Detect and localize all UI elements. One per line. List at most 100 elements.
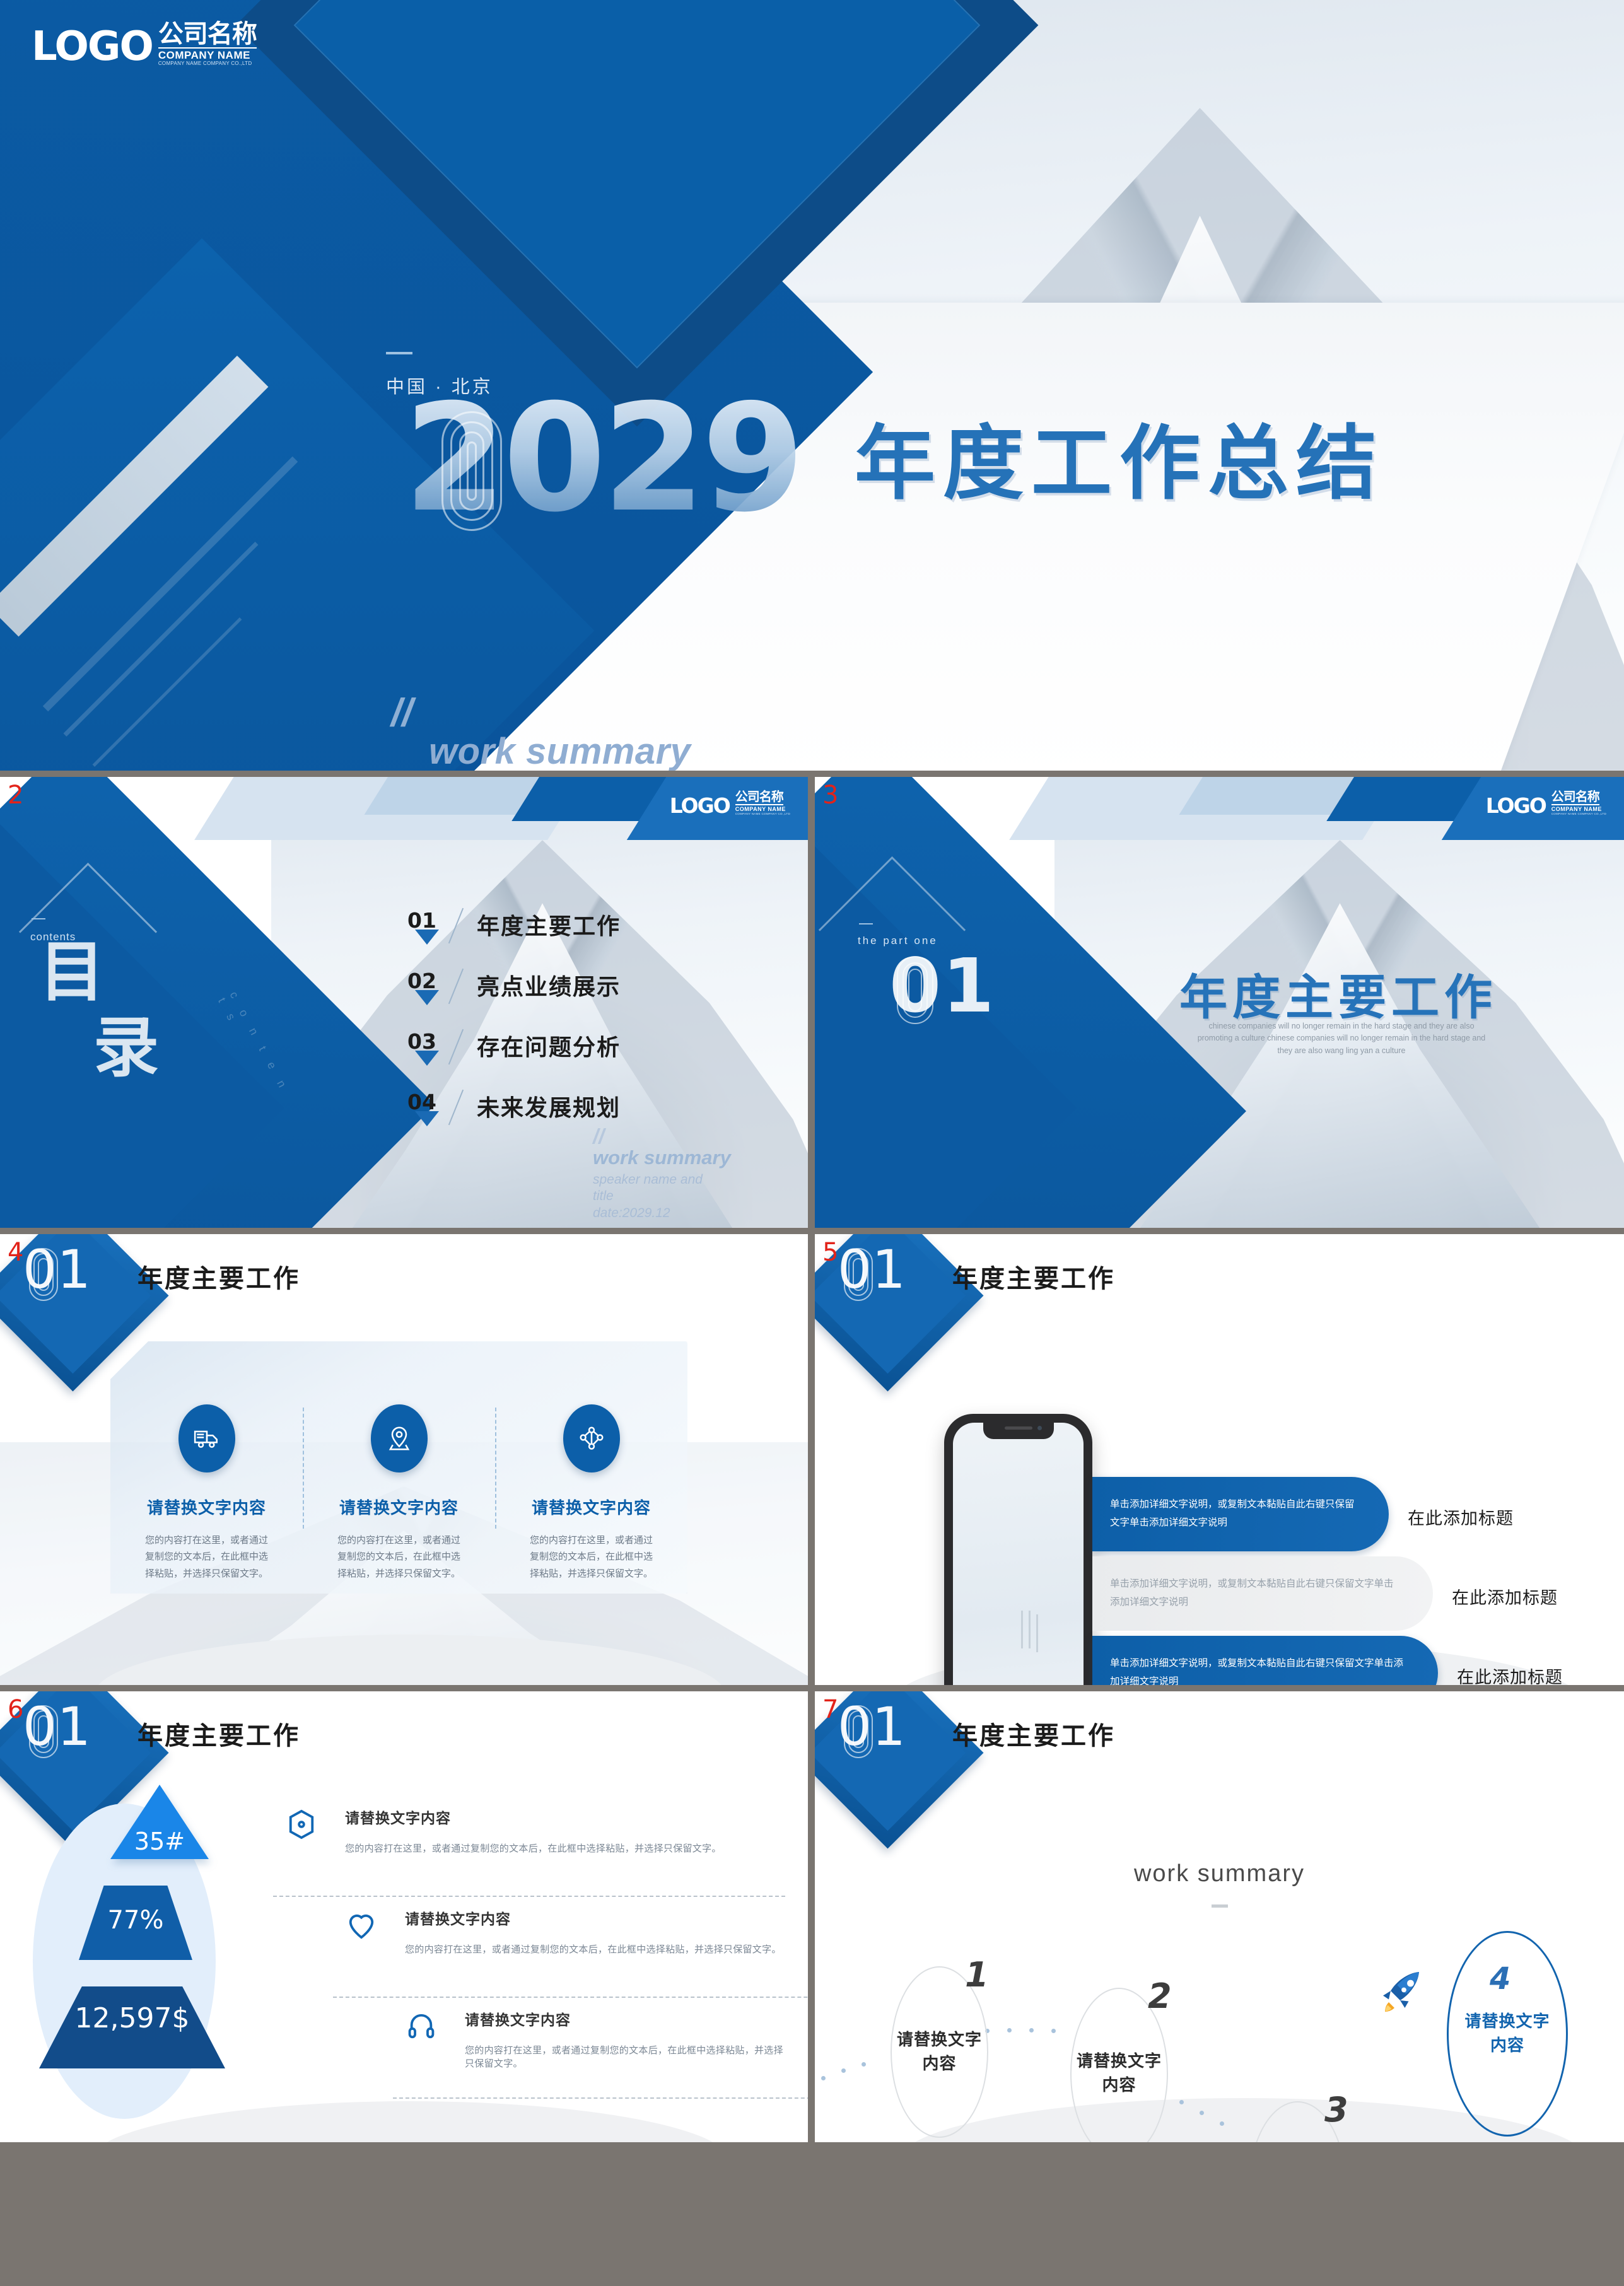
feature-pill[interactable]: 单击添加详细文字说明，或复制文本黏贴自此右键只保留文字单击添加详细文字说明 — [1092, 1556, 1433, 1631]
legend-item[interactable]: 请替换文字内容 您的内容打在这里，或者通过复制您的文本后，在此框中选择粘贴，并选… — [333, 1907, 808, 2008]
section-title: 年度主要工作 — [1179, 971, 1497, 1025]
slide-pyramid-chart[interactable]: 6 01 年度主要工作 35# 77% 12,597$ 请替换文字内容 您的内容… — [0, 1691, 808, 2142]
cover-work-summary: work summary — [429, 731, 691, 771]
location-pin-icon — [370, 1404, 428, 1472]
toc-label: 存在问题分析 — [477, 1034, 621, 1060]
legend-divider — [273, 1896, 785, 1897]
page-title: 年度主要工作 — [952, 1265, 1115, 1293]
slide-section-divider[interactable]: 3 LOGO 公司名称 COMPANY NAME COMPANY NAME CO… — [815, 777, 1624, 1228]
logo[interactable]: LOGO 公司名称 COMPANY NAME COMPANY NAME COMP… — [670, 791, 790, 816]
slide-cover[interactable]: LOGO 公司名称 COMPANY NAME COMPANY NAME COMP… — [0, 0, 1624, 771]
part-rule — [859, 923, 873, 924]
logo-en-text: COMPANY NAME — [735, 806, 786, 812]
toc-slash — [448, 1089, 464, 1126]
column-heading: 请替换文字内容 — [146, 1498, 266, 1517]
list-item[interactable]: 01 年度主要工作 — [407, 907, 621, 952]
list-item[interactable]: 03 存在问题分析 — [407, 1029, 621, 1073]
feature-text: 单击添加详细文字说明，或复制文本黏贴自此右键只保留文字单击添加详细文字说明 — [1110, 1578, 1394, 1607]
feature-pill[interactable]: 单击添加详细文字说明，或复制文本黏贴自此右键只保留文字单击添加详细文字说明 — [1092, 1636, 1438, 1685]
page-number: 3 — [822, 781, 839, 810]
column-body: 您的内容打在这里，或者通过复制您的文本后，在此框中选择粘贴，并选择只保留文字。 — [144, 1535, 268, 1579]
slide-deck: LOGO 公司名称 COMPANY NAME COMPANY NAME COMP… — [0, 0, 1624, 2286]
feature-bar[interactable]: 单击添加详细文字说明，或复制文本黏贴自此右键只保留文字单击添加详细文字说明 在此… — [1092, 1636, 1562, 1685]
cover-title: 年度工作总结 — [855, 419, 1385, 509]
pyramid-value-top: 35# — [134, 1828, 185, 1855]
node-number: 1 — [965, 1955, 989, 1995]
headset-icon — [407, 2010, 436, 2042]
legend-heading: 请替换文字内容 — [465, 2012, 571, 2028]
logo-cn-text: 公司名称 — [735, 790, 784, 805]
toc-slash — [448, 1029, 464, 1065]
quote-mark: // — [391, 691, 413, 735]
slide-table-of-contents[interactable]: 2 LOGO 公司名称 COMPANY NAME COMPANY NAME CO… — [0, 777, 808, 1228]
section-subtitle: chinese companies will no longer remain … — [1197, 1022, 1486, 1055]
column-heading: 请替换文字内容 — [339, 1498, 459, 1517]
logo-text: LOGO — [32, 23, 154, 71]
node-heading: 请替换文字 内容 — [896, 2030, 982, 2073]
list-item[interactable]: 04 未来发展规划 — [407, 1089, 621, 1134]
page-title: 年度主要工作 — [137, 1722, 300, 1750]
logo-cn-text: 公司名称 — [1551, 790, 1600, 805]
three-column-group: 请替换文字内容 您的内容打在这里，或者通过复制您的文本后，在此框中选择粘贴，并选… — [110, 1341, 687, 1594]
page-number: 5 — [822, 1238, 839, 1267]
feature-bar[interactable]: 单击添加详细文字说明，或复制文本黏贴自此右键只保留文字单击添加详细文字说明 在此… — [1092, 1477, 1534, 1551]
timeline-node-group: 请替换文字内容 1 您的内容打在这里，或者通过复制您的文本后，在此框中选择粘贴，… — [815, 1691, 1624, 2142]
pyramid-chart: 35# 77% 12,597$ — [25, 1785, 227, 2081]
slide2-footer-block: // work summary speaker name and title d… — [593, 1126, 731, 1221]
slide-phone-mockup[interactable]: 5 01 年度主要工作 单击添加详细文字说明，或复制文本黏贴自此右键只保留文字单… — [815, 1234, 1624, 1685]
toc-label: 年度主要工作 — [477, 913, 621, 939]
list-item[interactable]: 02 亮点业绩展示 — [407, 968, 621, 1013]
page-title: 年度主要工作 — [137, 1265, 300, 1293]
node-number: 4 — [1490, 1961, 1511, 1997]
column-heading: 请替换文字内容 — [531, 1498, 651, 1517]
slide-three-columns[interactable]: 4 01 年度主要工作 请替换文字内容 您的内容打在这里，或者通过复制您的文本后… — [0, 1234, 808, 1685]
toc-label: 亮点业绩展示 — [477, 974, 621, 1000]
feature-text: 单击添加详细文字说明，或复制文本黏贴自此右键只保留文字单击添加详细文字说明 — [1110, 1658, 1404, 1685]
legend-divider — [393, 2097, 808, 2099]
column-body: 您的内容打在这里，或者通过复制您的文本后，在此框中选择粘贴，并选择只保留文字。 — [529, 1535, 653, 1579]
legend-body: 您的内容打在这里，或者通过复制您的文本后，在此框中选择粘贴，并选择只保留文字。 — [405, 1944, 781, 1955]
feature-pill[interactable]: 单击添加详细文字说明，或复制文本黏贴自此右键只保留文字单击添加详细文字说明 — [1092, 1477, 1389, 1551]
legend-body: 您的内容打在这里，或者通过复制您的文本后，在此框中选择粘贴，并选择只保留文字。 — [345, 1843, 721, 1854]
toc-list: 01 年度主要工作 02 亮点业绩展示 03 存在问题分析 04 未来发展规划 — [407, 907, 621, 1150]
feature-bar[interactable]: 单击添加详细文字说明，或复制文本黏贴自此右键只保留文字单击添加详细文字说明 在此… — [1092, 1556, 1557, 1631]
toc-label: 未来发展规划 — [477, 1095, 621, 1121]
legend-item[interactable]: 请替换文字内容 您的内容打在这里，或者通过复制您的文本后，在此框中选择粘贴，并选… — [273, 1806, 785, 1907]
caret-down-icon — [415, 990, 439, 1005]
logo[interactable]: LOGO 公司名称 COMPANY NAME COMPANY NAME COMP… — [1486, 791, 1606, 816]
pyramid-value-middle: 77% — [107, 1906, 164, 1935]
toc-slash — [448, 907, 464, 944]
slide-timeline-circles[interactable]: 7 01 年度主要工作 work summary 请替换文字内容 1 您的内容打… — [815, 1691, 1624, 2142]
logo-en-text: COMPANY NAME — [158, 49, 250, 61]
column-item[interactable]: 请替换文字内容 您的内容打在这里，或者通过复制您的文本后，在此框中选择粘贴，并选… — [110, 1341, 303, 1594]
feature-bar-list: 单击添加详细文字说明，或复制文本黏贴自此右键只保留文字单击添加详细文字说明 在此… — [1092, 1477, 1562, 1685]
legend-item[interactable]: 请替换文字内容 您的内容打在这里，或者通过复制您的文本后，在此框中选择粘贴，并选… — [393, 2008, 808, 2109]
page-title: 年度主要工作 — [952, 1722, 1115, 1750]
truck-icon — [178, 1404, 235, 1472]
node-heading: 请替换文字 内容 — [1076, 2051, 1162, 2094]
pyramid-value-bottom: 12,597$ — [74, 2002, 190, 2034]
column-item[interactable]: 请替换文字内容 您的内容打在这里，或者通过复制您的文本后，在此框中选择粘贴，并选… — [495, 1341, 687, 1594]
caret-down-icon — [415, 1111, 439, 1126]
heart-icon — [347, 1910, 376, 1941]
phone-speaker — [1004, 1426, 1032, 1430]
phone-mockup — [944, 1414, 1092, 1685]
screen-image-arch — [953, 1621, 1084, 1685]
contents-cn-char-1: 目 — [39, 936, 105, 1009]
location-rule — [386, 352, 412, 354]
contents-rule — [32, 918, 45, 919]
page-number: 7 — [822, 1695, 839, 1724]
page-number: 4 — [8, 1238, 24, 1267]
logo[interactable]: LOGO 公司名称 COMPANY NAME COMPANY NAME COMP… — [32, 20, 257, 71]
logo-cn-text: 公司名称 — [158, 20, 257, 49]
feature-label: 在此添加标题 — [1452, 1589, 1558, 1607]
work-summary-label: work summary — [593, 1146, 731, 1169]
logo-en-text: COMPANY NAME — [1551, 806, 1602, 812]
node-heading: 请替换文字 内容 — [1464, 2012, 1550, 2055]
logo-text: LOGO — [1485, 793, 1547, 819]
column-item[interactable]: 请替换文字内容 您的内容打在这里，或者通过复制您的文本后，在此框中选择粘贴，并选… — [303, 1341, 495, 1594]
feature-label: 在此添加标题 — [1457, 1668, 1563, 1685]
phone-camera — [1037, 1426, 1042, 1430]
logo-text: LOGO — [669, 793, 731, 819]
rocket-icon — [1370, 1962, 1430, 2023]
